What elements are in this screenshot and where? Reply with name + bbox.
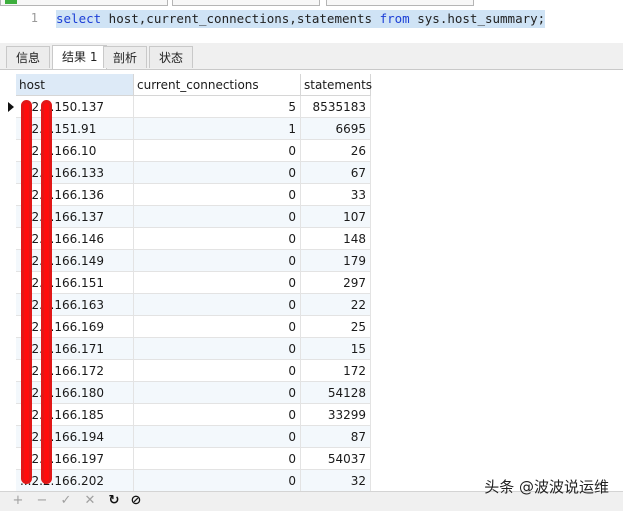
- editor-gutter: 1: [0, 6, 48, 42]
- sql-editor[interactable]: 1 select host,current_connections,statem…: [0, 6, 623, 42]
- cell-statements[interactable]: 148: [301, 228, 371, 250]
- result-grid: host current_connections statements ...2…: [0, 70, 623, 492]
- keyword-select: select: [56, 11, 102, 26]
- cell-current-connections[interactable]: 0: [134, 338, 301, 360]
- column-header-statements[interactable]: statements: [301, 74, 372, 96]
- cell-current-connections[interactable]: 0: [134, 228, 301, 250]
- cell-current-connections[interactable]: 0: [134, 448, 301, 470]
- cell-current-connections[interactable]: 0: [134, 250, 301, 272]
- cell-statements[interactable]: 25: [301, 316, 371, 338]
- cell-host[interactable]: ...2.2.166.172: [16, 360, 134, 382]
- cell-host[interactable]: ...2.2.166.133: [16, 162, 134, 184]
- cell-statements[interactable]: 179: [301, 250, 371, 272]
- sql-query-line[interactable]: select host,current_connections,statemen…: [56, 10, 546, 28]
- cell-host[interactable]: ...2.2.166.137: [16, 206, 134, 228]
- cell-host[interactable]: ...2.2.166.136: [16, 184, 134, 206]
- redaction-mark-right: [41, 100, 52, 484]
- cell-statements[interactable]: 172: [301, 360, 371, 382]
- tab-info[interactable]: 信息: [6, 46, 51, 68]
- cell-host[interactable]: ...2.2.166.197: [16, 448, 134, 470]
- cell-host[interactable]: ...2.2.166.163: [16, 294, 134, 316]
- tab-result-1[interactable]: 结果 1: [52, 45, 108, 69]
- cell-current-connections[interactable]: 1: [134, 118, 301, 140]
- cell-statements[interactable]: 54037: [301, 448, 371, 470]
- cell-statements[interactable]: 107: [301, 206, 371, 228]
- cell-host[interactable]: ...2.2.151.91: [16, 118, 134, 140]
- cell-statements[interactable]: 22: [301, 294, 371, 316]
- cell-statements[interactable]: 15: [301, 338, 371, 360]
- delete-row-icon[interactable]: −: [34, 493, 50, 509]
- cell-current-connections[interactable]: 0: [134, 426, 301, 448]
- stop-icon[interactable]: ⊘: [128, 493, 144, 509]
- keyword-from: from: [379, 11, 410, 26]
- cell-current-connections[interactable]: 0: [134, 470, 301, 492]
- cell-current-connections[interactable]: 0: [134, 272, 301, 294]
- cell-current-connections[interactable]: 0: [134, 206, 301, 228]
- cell-current-connections[interactable]: 0: [134, 404, 301, 426]
- cell-host[interactable]: ...2.2.166.169: [16, 316, 134, 338]
- cell-current-connections[interactable]: 0: [134, 140, 301, 162]
- add-row-icon[interactable]: +: [10, 493, 26, 509]
- discard-changes-icon[interactable]: ✕: [82, 493, 98, 509]
- cell-current-connections[interactable]: 0: [134, 360, 301, 382]
- cell-statements[interactable]: 87: [301, 426, 371, 448]
- cell-host[interactable]: ...2.2.166.151: [16, 272, 134, 294]
- cell-statements[interactable]: 8535183: [301, 96, 371, 118]
- cell-current-connections[interactable]: 0: [134, 382, 301, 404]
- cell-statements[interactable]: 26: [301, 140, 371, 162]
- query-columns: host,current_connections,statements: [101, 11, 380, 26]
- cell-current-connections[interactable]: 0: [134, 294, 301, 316]
- current-row-indicator-icon: [8, 102, 14, 112]
- cell-host[interactable]: ...2.2.166.185: [16, 404, 134, 426]
- cell-statements[interactable]: 6695: [301, 118, 371, 140]
- redaction-mark-left: [21, 100, 32, 484]
- apply-changes-icon[interactable]: ✓: [58, 493, 74, 509]
- cell-host[interactable]: ...2.2.166.10: [16, 140, 134, 162]
- cell-statements[interactable]: 32: [301, 470, 371, 492]
- cell-current-connections[interactable]: 0: [134, 162, 301, 184]
- cell-statements[interactable]: 67: [301, 162, 371, 184]
- cell-host[interactable]: ...2.2.166.194: [16, 426, 134, 448]
- column-header-current-connections[interactable]: current_connections: [134, 74, 301, 96]
- cell-current-connections[interactable]: 5: [134, 96, 301, 118]
- cell-statements[interactable]: 54128: [301, 382, 371, 404]
- cell-host[interactable]: ...2.2.166.202: [16, 470, 134, 492]
- cell-host[interactable]: ...2.2.166.146: [16, 228, 134, 250]
- refresh-icon[interactable]: ↻: [106, 493, 122, 509]
- cell-host[interactable]: ...2.2.150.137: [16, 96, 134, 118]
- result-tabs: 信息 结果 1 剖析 状态: [0, 43, 623, 70]
- query-tab-icon: [5, 0, 17, 4]
- cell-host[interactable]: ...2.2.166.149: [16, 250, 134, 272]
- cell-statements[interactable]: 33299: [301, 404, 371, 426]
- cell-current-connections[interactable]: 0: [134, 184, 301, 206]
- cell-statements[interactable]: 33: [301, 184, 371, 206]
- cell-statements[interactable]: 297: [301, 272, 371, 294]
- column-header-host[interactable]: host: [16, 74, 134, 96]
- cell-current-connections[interactable]: 0: [134, 316, 301, 338]
- watermark: 头条 @波波说运维: [484, 478, 609, 496]
- line-number: 1: [30, 11, 38, 25]
- tab-profile[interactable]: 剖析: [103, 46, 148, 68]
- cell-host[interactable]: ...2.2.166.171: [16, 338, 134, 360]
- tab-status[interactable]: 状态: [149, 46, 194, 68]
- cell-host[interactable]: ...2.2.166.180: [16, 382, 134, 404]
- query-table: sys.host_summary;: [409, 11, 546, 26]
